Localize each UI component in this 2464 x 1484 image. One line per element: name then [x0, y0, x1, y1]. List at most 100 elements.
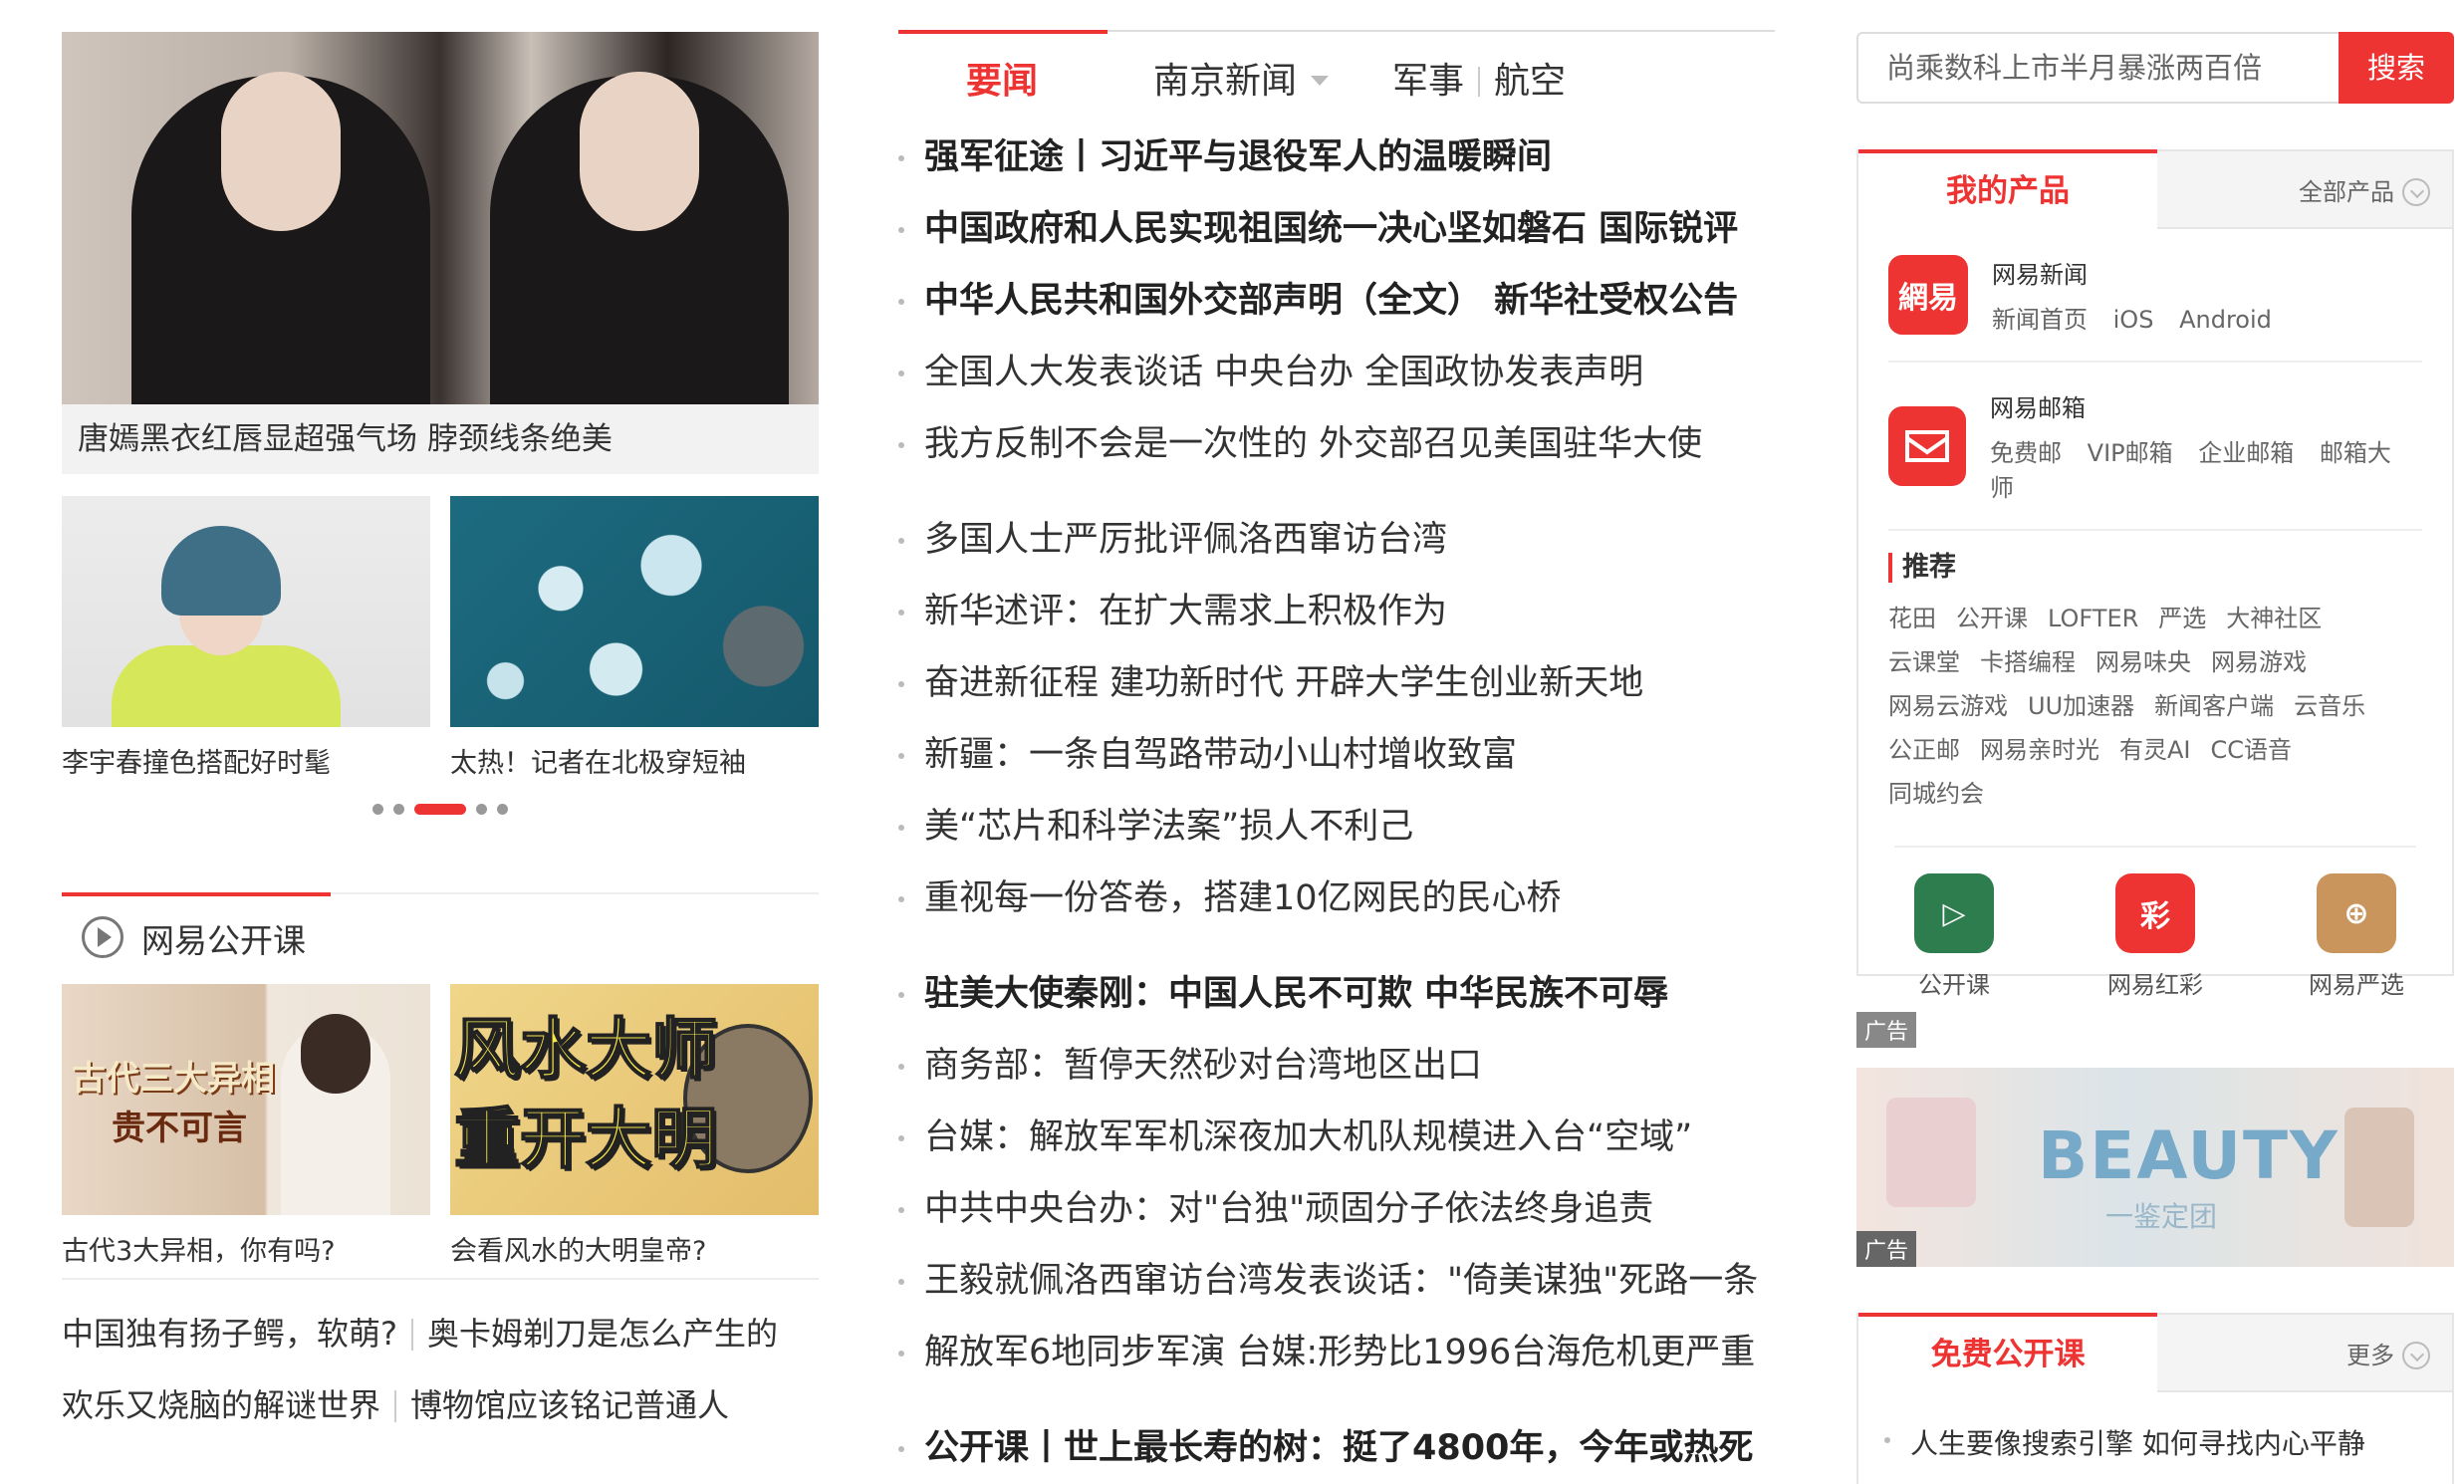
tab-military[interactable]: 军事	[1392, 61, 1464, 102]
app-icon[interactable]: ▷	[1914, 873, 1994, 953]
headline-link[interactable]: 台媒：解放军军机深夜加大机队规模进入台“空域”	[898, 1102, 1775, 1173]
headline-link[interactable]: 解放军6地同步军演 台媒:形势比1996台海危机更严重	[898, 1317, 1775, 1388]
app-item[interactable]: 彩网易红彩	[2095, 873, 2215, 1000]
recommend-link[interactable]: 网易味央	[2095, 648, 2191, 676]
product-row: 網易 网易新闻 新闻首页 iOS Android	[1888, 229, 2422, 363]
recommend-link[interactable]: 严选	[2158, 605, 2206, 632]
headline-link[interactable]: 奋进新征程 建功新时代 开辟大学生创业新天地	[898, 647, 1775, 719]
recommend-link[interactable]: CC语音	[2211, 736, 2293, 764]
product-link[interactable]: iOS	[2113, 306, 2154, 334]
course-image[interactable]: 古代三大异相 贵不可言	[62, 984, 430, 1215]
headline-link[interactable]: 中华人民共和国外交部声明（全文） 新华社受权公告	[898, 265, 1775, 337]
course-thumbs: 古代三大异相 贵不可言 古代3大异相，你有吗? 风水大师 重开大明 会看风水的大…	[62, 984, 819, 1268]
headline-link[interactable]: 王毅就佩洛西窜访台湾发表谈话："倚美谋独"死路一条	[898, 1245, 1775, 1317]
recommend-link[interactable]: 云课堂	[1888, 648, 1960, 676]
course-link[interactable]: 中国独有扬子鳄，软萌?	[62, 1315, 397, 1353]
headline-link[interactable]: 中共中央台办：对"台独"顽固分子依法终身追责	[898, 1173, 1775, 1245]
carousel-dot[interactable]	[476, 804, 487, 815]
recommend-link[interactable]: 有灵AI	[2119, 736, 2191, 764]
photo-caption[interactable]: 李宇春撞色搭配好时髦	[62, 741, 430, 780]
course-image[interactable]: 风水大师 重开大明	[450, 984, 819, 1215]
course-caption[interactable]: 会看风水的大明皇帝?	[450, 1229, 819, 1268]
recommend-link[interactable]: UU加速器	[2028, 692, 2134, 720]
course-link[interactable]: 博物馆应该铭记普通人	[410, 1386, 729, 1424]
product-name[interactable]: 网易新闻	[1992, 255, 2290, 290]
tab-my-products[interactable]: 我的产品	[1858, 153, 2157, 229]
hero-image[interactable]	[62, 32, 819, 404]
photo-caption[interactable]: 太热！记者在北极穿短袖	[450, 741, 819, 780]
mail-icon[interactable]	[1888, 405, 1967, 486]
netease-news-logo-icon[interactable]: 網易	[1888, 255, 1968, 335]
product-link[interactable]: 企业邮箱	[2198, 439, 2294, 467]
carousel-dot[interactable]	[497, 804, 508, 815]
headline-link[interactable]: 新华述评：在扩大需求上积极作为	[898, 576, 1775, 647]
hero-card[interactable]: 唐嫣黑衣红唇显超强气场 脖颈线条绝美	[62, 32, 819, 474]
headline-link[interactable]: 重视每一份答卷，搭建10亿网民的民心桥	[898, 863, 1775, 934]
recommend-link[interactable]: 公开课	[1956, 605, 2028, 632]
headline-link[interactable]: 商务部：暂停天然砂对台湾地区出口	[898, 1030, 1775, 1102]
hero-caption[interactable]: 唐嫣黑衣红唇显超强气场 脖颈线条绝美	[62, 404, 819, 474]
headline-link[interactable]: 我方反制不会是一次性的 外交部召见美国驻华大使	[898, 408, 1775, 480]
tab-nanjing[interactable]: 南京新闻	[1153, 52, 1330, 104]
carousel-dot[interactable]	[393, 804, 404, 815]
headline-link[interactable]: 新疆：一条自驾路带动小山村增收致富	[898, 719, 1775, 791]
photo-card[interactable]: 李宇春撞色搭配好时髦	[62, 496, 430, 780]
course-link[interactable]: 奥卡姆剃刀是怎么产生的	[427, 1315, 778, 1353]
course-card[interactable]: 风水大师 重开大明 会看风水的大明皇帝?	[450, 984, 819, 1268]
app-label[interactable]: 公开课	[1894, 965, 2014, 1000]
recommend-link[interactable]: 大神社区	[2226, 605, 2322, 632]
app-icon[interactable]: 彩	[2115, 873, 2195, 953]
headline-group: 驻美大使秦刚：中国人民不可欺 中华民族不可辱 商务部：暂停天然砂对台湾地区出口 台媒…	[898, 958, 1775, 1388]
recommend-link[interactable]: 网易亲时光	[1980, 736, 2099, 764]
divider	[411, 1319, 413, 1351]
tab-important[interactable]: 要闻	[966, 52, 1038, 104]
product-info: 网易新闻 新闻首页 iOS Android	[1992, 255, 2290, 335]
recommend-link[interactable]: 网易游戏	[2211, 648, 2307, 676]
all-products-link[interactable]: 全部产品	[2157, 149, 2452, 229]
recommend-link[interactable]: 花田	[1888, 605, 1936, 632]
free-course-tabs: 免费公开课 更多	[1858, 1313, 2452, 1392]
recommend-link[interactable]: LOFTER	[2048, 605, 2138, 632]
recommend-link[interactable]: 公正邮	[1888, 736, 1960, 764]
app-item[interactable]: ▷ 公开课	[1894, 873, 2014, 1000]
headline-link[interactable]: 公开课丨世上最长寿的树：挺了4800年，今年或热死	[898, 1412, 1775, 1484]
carousel-dot[interactable]	[372, 804, 383, 815]
product-link[interactable]: VIP邮箱	[2088, 439, 2173, 467]
headline-link[interactable]: 中国政府和人民实现祖国统一决心坚如磐石 国际锐评	[898, 193, 1775, 265]
app-item[interactable]: ⊕ 网易严选	[2297, 873, 2416, 1000]
open-course-title[interactable]: 网易公开课	[141, 914, 306, 962]
recommend-link[interactable]: 网易云游戏	[1888, 692, 2008, 720]
app-label[interactable]: 网易红彩	[2095, 965, 2215, 1000]
search-input[interactable]: 尚乘数科上市半月暴涨两百倍	[1856, 32, 2339, 104]
photo-image[interactable]	[62, 496, 430, 727]
product-link[interactable]: 免费邮	[1990, 439, 2062, 467]
headline-link[interactable]: 多国人士严厉批评佩洛西窜访台湾	[898, 504, 1775, 576]
product-link[interactable]: 新闻首页	[1992, 306, 2088, 334]
headline-link[interactable]: 驻美大使秦刚：中国人民不可欺 中华民族不可辱	[898, 958, 1775, 1030]
recommend-link[interactable]: 新闻客户端	[2154, 692, 2274, 720]
course-link[interactable]: 欢乐又烧脑的解谜世界	[62, 1386, 380, 1424]
headline-link[interactable]: 美“芯片和科学法案”损人不利己	[898, 791, 1775, 863]
app-icon[interactable]: ⊕	[2317, 873, 2396, 953]
app-label[interactable]: 网易严选	[2297, 965, 2416, 1000]
ad-banner[interactable]: BEAUTY 一鉴定团 广告	[1856, 1068, 2454, 1267]
free-course-item[interactable]: 人生要像搜索引擎 如何寻找内心平静	[1884, 1422, 2426, 1462]
tab-free-course[interactable]: 免费公开课	[1858, 1317, 2157, 1392]
search-button[interactable]: 搜索	[2339, 32, 2454, 104]
recommend-link[interactable]: 同城约会	[1888, 780, 1984, 808]
photo-card[interactable]: 太热！记者在北极穿短袖	[450, 496, 819, 780]
recommend-link[interactable]: 卡搭编程	[1980, 648, 2076, 676]
photo-image[interactable]	[450, 496, 819, 727]
chevron-down-icon	[2402, 1342, 2430, 1369]
headline-link[interactable]: 全国人大发表谈话 中央台办 全国政协发表声明	[898, 337, 1775, 408]
product-link[interactable]: Android	[2179, 306, 2272, 334]
course-caption[interactable]: 古代3大异相，你有吗?	[62, 1229, 430, 1268]
product-name[interactable]: 网易邮箱	[1990, 388, 2422, 423]
tab-label: 南京新闻	[1153, 61, 1298, 102]
more-link[interactable]: 更多	[2157, 1313, 2452, 1392]
recommend-link[interactable]: 云音乐	[2294, 692, 2365, 720]
tab-aviation[interactable]: 航空	[1494, 61, 1566, 102]
carousel-dot[interactable]	[414, 804, 466, 815]
headline-link[interactable]: 强军征途丨习近平与退役军人的温暖瞬间	[898, 122, 1775, 193]
course-card[interactable]: 古代三大异相 贵不可言 古代3大异相，你有吗?	[62, 984, 430, 1268]
